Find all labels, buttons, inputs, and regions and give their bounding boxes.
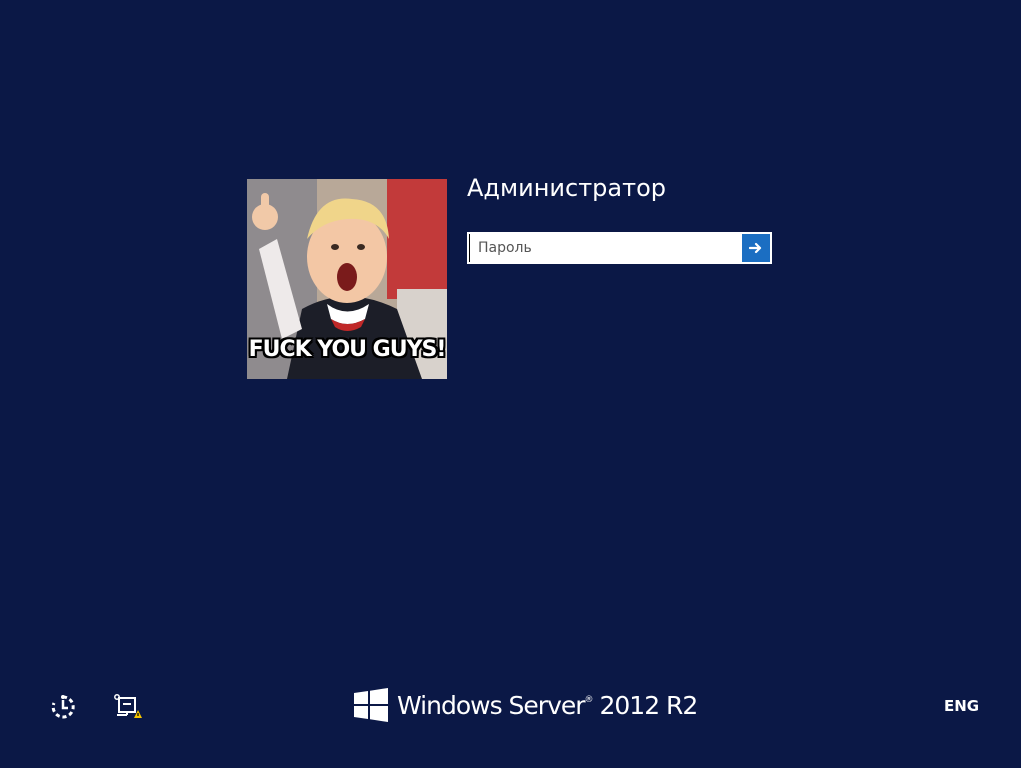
arrow-right-icon	[749, 242, 762, 254]
product-name: Windows Server® 2012 R2	[397, 690, 698, 720]
product-title: Windows Server	[397, 690, 586, 720]
language-indicator[interactable]: ENG	[944, 697, 979, 715]
network-warning-icon	[114, 694, 142, 718]
user-name: Администратор	[467, 174, 667, 202]
submit-button[interactable]	[742, 234, 770, 262]
windows-logo-icon	[354, 688, 388, 722]
ease-of-access-icon	[51, 695, 75, 719]
user-avatar: FUCK YOU GUYS!	[247, 179, 447, 379]
password-box	[467, 232, 772, 264]
registered-mark: ®	[584, 694, 594, 705]
password-input[interactable]	[469, 234, 742, 262]
lock-screen: FUCK YOU GUYS! Администратор Windows Ser…	[0, 0, 1021, 768]
product-version: 2012 R2	[592, 690, 698, 720]
network-button[interactable]	[114, 694, 142, 720]
avatar-caption: FUCK YOU GUYS!	[248, 337, 447, 362]
windows-branding: Windows Server® 2012 R2	[354, 688, 698, 722]
ease-of-access-button[interactable]	[50, 694, 76, 720]
